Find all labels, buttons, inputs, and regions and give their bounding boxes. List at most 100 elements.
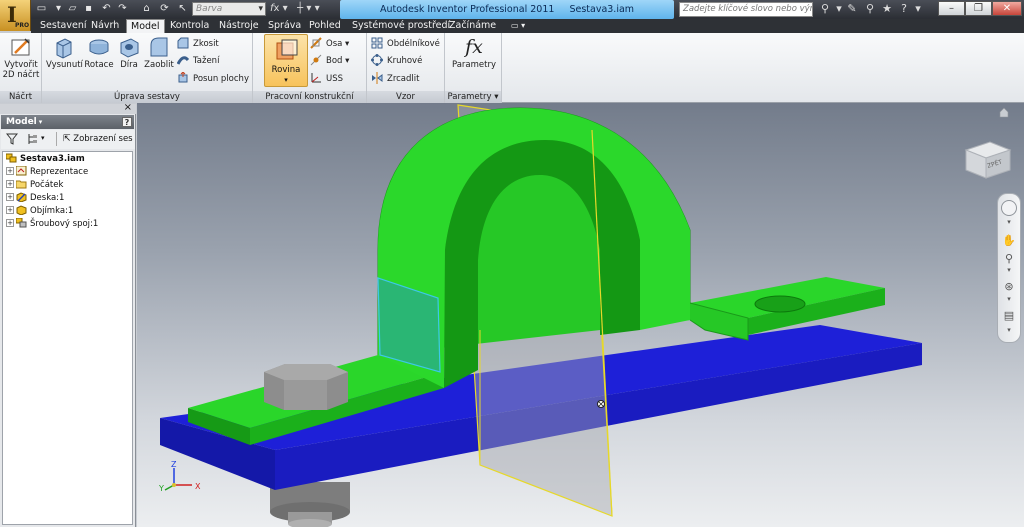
bolt-head[interactable] bbox=[264, 364, 348, 410]
parameters-quick-icon[interactable]: fx ▾ ┼ ▾ ▾ bbox=[270, 2, 338, 16]
tree-item-origin[interactable]: + Počátek bbox=[6, 179, 63, 192]
view-label: Zobrazení ses bbox=[73, 134, 133, 144]
hole-button[interactable]: Díra bbox=[116, 35, 142, 70]
ucs-button[interactable]: USS bbox=[310, 71, 343, 87]
revolve-label: Rotace bbox=[84, 60, 114, 70]
panel-modify-assembly: Vysunutí Rotace Díra Zaoblit Zkosit Taže… bbox=[42, 33, 253, 103]
tab-navrh[interactable]: Návrh bbox=[87, 19, 123, 33]
look-at-icon[interactable]: ▤ bbox=[998, 309, 1020, 322]
expand-icon[interactable]: + bbox=[6, 218, 14, 227]
help-dropdown-icon[interactable]: ▾ bbox=[911, 2, 925, 16]
tab-model[interactable]: Model bbox=[126, 19, 165, 34]
tree-view-dropdown-icon[interactable]: ▾ bbox=[41, 134, 45, 142]
extrude-icon bbox=[56, 38, 72, 59]
orbit-dropdown-icon[interactable]: ▾ bbox=[998, 295, 1020, 303]
ribbon-options-icon[interactable]: ▭ ▾ bbox=[507, 19, 529, 33]
rectangular-pattern-button[interactable]: Obdélníkové bbox=[371, 36, 440, 52]
plane-dropdown-icon[interactable]: ▾ bbox=[265, 76, 307, 84]
tree-item-assembly[interactable]: Sestava3.iam bbox=[6, 153, 85, 166]
expand-icon[interactable]: + bbox=[6, 166, 14, 175]
viewcube[interactable]: ZPĚT bbox=[964, 141, 1012, 179]
cursor-crosshair-icon bbox=[597, 400, 605, 408]
view-representation-button[interactable]: ⇱ Zobrazení ses bbox=[63, 132, 133, 146]
orbit-icon[interactable]: ⊛ bbox=[998, 280, 1020, 293]
ucs-label: USS bbox=[326, 74, 344, 84]
zoom-icon[interactable]: ⚲ bbox=[998, 252, 1020, 265]
browser-help-icon[interactable]: ? bbox=[122, 117, 132, 127]
chevron-down-icon[interactable]: ▾ bbox=[832, 2, 846, 16]
extrude-button[interactable]: Vysunutí bbox=[46, 35, 83, 70]
model-3d-view[interactable]: Z X Y ZPĚT bbox=[137, 103, 1024, 527]
close-button[interactable]: ✕ bbox=[992, 1, 1022, 16]
dropdown-icon[interactable]: ▾ bbox=[52, 3, 65, 15]
circular-pattern-button[interactable]: Kruhové bbox=[371, 53, 422, 69]
fillet-button[interactable]: Zaoblit bbox=[142, 35, 176, 70]
triad-z-label: Z bbox=[171, 460, 177, 469]
sweep-button[interactable]: Tažení bbox=[177, 53, 219, 69]
home-icon[interactable]: ⌂ bbox=[140, 3, 153, 15]
update-icon[interactable]: ⟳ bbox=[158, 3, 171, 15]
triad-x-label: X bbox=[195, 482, 201, 491]
tree-item-deska[interactable]: + Deska:1 bbox=[6, 191, 64, 205]
search-icon[interactable]: ⚲ bbox=[863, 2, 877, 16]
redo-icon[interactable]: ↷ bbox=[116, 3, 129, 15]
graphics-viewport[interactable]: Z X Y ZPĚT ▾ ✋ ⚲ ▾ ⊛ ▾ ▤ ▾ bbox=[137, 103, 1024, 527]
navbar-options-icon[interactable]: ▾ bbox=[998, 326, 1020, 334]
bolt-nut-bottom[interactable] bbox=[270, 482, 350, 527]
zoom-dropdown-icon[interactable]: ▾ bbox=[998, 266, 1020, 274]
mirror-button[interactable]: Zrcadlit bbox=[371, 71, 419, 87]
ribbon: Vytvořit 2D náčrt Náčrt Vysunutí Rotace bbox=[0, 33, 1024, 114]
parameters-label: Parametry bbox=[451, 60, 497, 70]
tools-icon[interactable]: ✎ bbox=[845, 2, 859, 16]
help-search-input[interactable]: Zadejte klíčové slovo nebo výraz. bbox=[679, 2, 813, 17]
minimize-button[interactable]: – bbox=[938, 1, 965, 16]
binoculars-icon[interactable]: ⚲ bbox=[818, 2, 832, 16]
revolve-button[interactable]: Rotace bbox=[82, 35, 116, 70]
expand-icon[interactable]: + bbox=[6, 179, 14, 188]
undo-icon[interactable]: ↶ bbox=[100, 3, 113, 15]
chamfer-button[interactable]: Zkosit bbox=[177, 36, 219, 52]
tab-pohled[interactable]: Pohled bbox=[305, 19, 345, 33]
tab-zaciname[interactable]: Začínáme bbox=[445, 19, 500, 33]
app-title: Autodesk Inventor Professional 2011 bbox=[379, 4, 555, 15]
parameters-button[interactable]: fx Parametry bbox=[449, 35, 499, 70]
save-icon[interactable]: ▪ bbox=[82, 3, 95, 15]
chevron-down-icon[interactable]: ▾ bbox=[998, 218, 1020, 226]
select-icon[interactable]: ↖ bbox=[176, 3, 189, 15]
axis-button[interactable]: Osa ▾ bbox=[310, 36, 349, 52]
steering-wheel-icon[interactable] bbox=[1001, 200, 1017, 216]
tree-item-representations[interactable]: + Reprezentace bbox=[6, 165, 89, 179]
tab-sestaveni[interactable]: Sestavení bbox=[36, 19, 91, 33]
favorite-star-icon[interactable]: ★ bbox=[880, 2, 894, 16]
point-icon bbox=[310, 54, 322, 65]
viewcube-home-icon[interactable] bbox=[999, 107, 1009, 118]
tab-sprava[interactable]: Správa bbox=[264, 19, 305, 33]
move-face-button[interactable]: Posun plochy bbox=[177, 71, 249, 87]
expand-icon[interactable]: + bbox=[6, 192, 14, 201]
help-icon[interactable]: ? bbox=[897, 2, 911, 16]
open-icon[interactable]: ▱ bbox=[66, 3, 79, 15]
color-override-select[interactable]: Barva ▾ bbox=[192, 2, 266, 16]
filter-icon[interactable] bbox=[6, 133, 18, 145]
browser-close-icon[interactable]: × bbox=[124, 102, 132, 113]
tab-kontrola[interactable]: Kontrola bbox=[166, 19, 213, 33]
create-2d-sketch-button[interactable]: Vytvořit 2D náčrt bbox=[2, 35, 40, 80]
point-button[interactable]: Bod ▾ bbox=[310, 53, 349, 69]
tab-nastroje[interactable]: Nástroje bbox=[215, 19, 263, 33]
tree-item-objimka[interactable]: + Objímka:1 bbox=[6, 204, 73, 218]
model-browser: × Model ▾ ? ▾ ⇱ Zobrazení ses Sestava3.ia… bbox=[0, 102, 136, 527]
browser-title[interactable]: Model ▾ ? bbox=[1, 115, 134, 129]
pan-hand-icon[interactable]: ✋ bbox=[998, 234, 1020, 247]
tree-label-representations: Reprezentace bbox=[30, 167, 89, 177]
restore-button[interactable]: ❐ bbox=[965, 1, 992, 16]
tree-view-icon[interactable] bbox=[27, 133, 39, 145]
tab-systemove-prostredi[interactable]: Systémové prostředí bbox=[348, 19, 454, 33]
hole-icon bbox=[120, 38, 139, 58]
panel-title-parameters[interactable]: Parametry ▾ bbox=[445, 91, 501, 103]
tree-item-bolted-connection[interactable]: + Šroubový spoj:1 bbox=[6, 217, 98, 231]
plane-button[interactable]: Rovina ▾ bbox=[264, 34, 308, 87]
new-icon[interactable]: ▭ bbox=[35, 3, 48, 15]
window-title: Autodesk Inventor Professional 2011 Sest… bbox=[340, 0, 674, 19]
application-menu-button[interactable]: I PRO bbox=[0, 0, 31, 31]
expand-icon[interactable]: + bbox=[6, 205, 14, 214]
